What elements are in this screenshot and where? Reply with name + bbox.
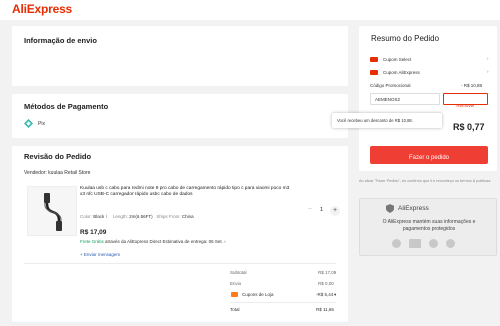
seller-label[interactable]: Vendedor: kuulaa Retail Store [24, 170, 90, 176]
free-shipping-label: Frete Grátis [80, 239, 104, 244]
aliexpress-logo[interactable]: AliExpress [12, 2, 72, 16]
send-message-link[interactable]: + Enviar mensagem [80, 252, 120, 257]
promo-code-input[interactable]: AEMENOS2 [370, 93, 440, 105]
totals-divider [230, 302, 336, 303]
product-title[interactable]: Kuulaa usb c cabo para redmi note 9 pro … [80, 186, 292, 198]
coupon-aliexpress-chevron-icon[interactable]: › [487, 69, 489, 74]
remove-promo-button[interactable]: Remover [443, 93, 488, 108]
payment-methods-card: Métodos de Pagamento Pix M [12, 94, 348, 138]
promo-code-value: AEMENOS2 [375, 97, 401, 102]
coupon-select-label[interactable]: Cupom Select [383, 57, 411, 62]
order-total: R$ 0,77 [453, 122, 485, 132]
coupon-aliexpress-label[interactable]: Cupom AliExpress [383, 70, 420, 75]
product-price: R$ 17,09 [80, 229, 107, 236]
trust-brand: AliExpress [398, 205, 429, 212]
trust-text: O AliExpress mantém suas informações e p… [382, 219, 476, 232]
order-summary-card: Resumo do Pedido Cupom Select › Cupom Al… [359, 26, 497, 171]
coupon-select-icon [370, 57, 378, 62]
globe-badge-icon [446, 239, 455, 248]
store-coupon-value: -R$ 5,44 [316, 292, 334, 297]
shipping-detail: através da AliExpress Direct Estimativa … [105, 239, 223, 244]
place-order-label: Fazer o pedido [408, 155, 450, 161]
pix-icon[interactable] [24, 119, 33, 128]
order-summary-title: Resumo do Pedido [371, 34, 440, 43]
top-bar: AliExpress [0, 0, 500, 20]
ships-label: Ships From: [156, 214, 181, 219]
subtotal-value: R$ 17,09 [318, 270, 337, 275]
length-label: Length: [112, 214, 128, 219]
discount-tooltip-text: Você recebeu um desconto de R$ 10,88. [337, 118, 413, 123]
payment-methods-title: Métodos de Pagamento [24, 102, 109, 111]
product-variants: Color: Black ⌇ Length: 2m(6.56FT) Ships … [80, 214, 194, 220]
trust-card: AliExpress O AliExpress mantém suas info… [359, 198, 497, 256]
length-value: 2m(6.56FT) [129, 214, 153, 219]
promo-code-discount: - R$ 10,88 [461, 83, 483, 88]
discount-tooltip: Você recebeu um desconto de R$ 10,88. [332, 113, 442, 128]
order-review-card: Revisão do Pedido Vendedor: kuulaa Retai… [12, 146, 348, 322]
coupon-aliexpress-icon [370, 70, 378, 75]
promo-code-label: Código Promocional [370, 83, 411, 88]
lock-badge-icon [392, 239, 401, 248]
shipping-cost-label: Envio [230, 281, 242, 286]
product-image[interactable] [27, 186, 77, 236]
chevron-right-icon[interactable]: › [224, 239, 226, 244]
cable-icon: ⌇ [105, 214, 108, 219]
place-order-button[interactable]: Fazer o pedido [370, 146, 488, 164]
subtotal-label: Subtotal [230, 270, 247, 275]
color-label: Color: [80, 214, 93, 219]
remove-promo-label: Remover [456, 103, 475, 108]
increase-qty-button[interactable]: + [330, 206, 340, 216]
shipping-cost-value: R$ 0,00 [318, 281, 334, 286]
check-badge-icon [429, 239, 438, 248]
order-review-title: Revisão do Pedido [24, 152, 92, 161]
shipping-info-card: Informação de envio [12, 26, 348, 86]
total-value: R$ 11,65 [316, 307, 334, 312]
shipping-line: Frete Grátis através da AliExpress Direc… [80, 239, 226, 244]
color-value: Black [93, 214, 105, 219]
ships-value: China [181, 214, 194, 219]
card-badge-icon [409, 239, 421, 248]
total-label: Total [230, 307, 240, 312]
shipping-info-title: Informação de envio [24, 36, 97, 45]
items-divider [24, 263, 336, 264]
store-coupon-icon [231, 292, 238, 297]
qty-value[interactable]: 1 [320, 207, 323, 213]
store-coupon-chevron-icon[interactable]: ▾ [334, 292, 336, 298]
pix-label[interactable]: Pix [38, 121, 45, 127]
decrease-qty-button[interactable]: − [308, 206, 312, 213]
shield-icon [386, 204, 394, 213]
terms-text[interactable]: Ao clicar "Fazer Pedido", eu confirmo qu… [359, 179, 497, 184]
store-coupon-label: Cupons de Loja [242, 292, 274, 297]
coupon-select-chevron-icon[interactable]: › [487, 56, 489, 61]
